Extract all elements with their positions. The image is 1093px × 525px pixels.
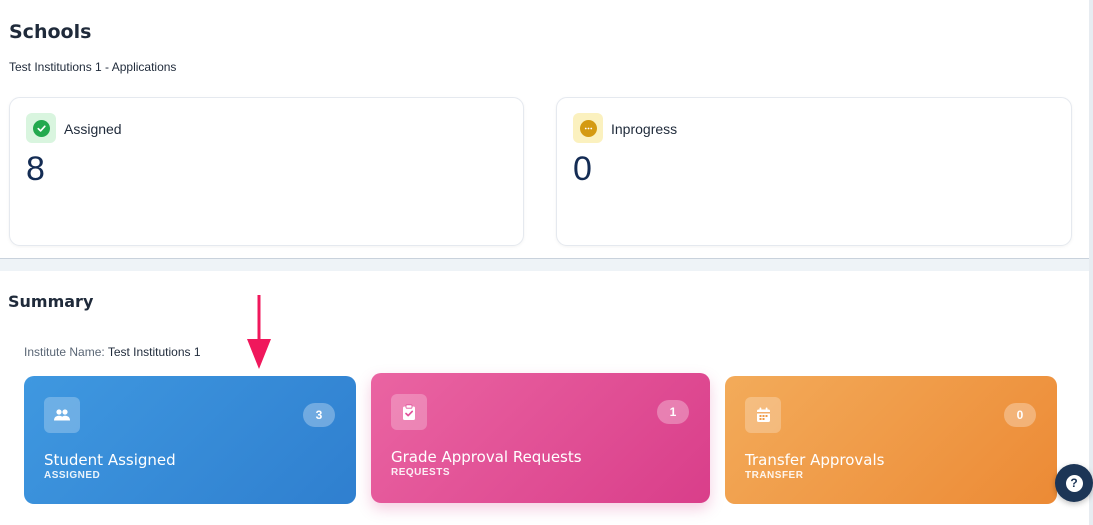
clipboard-check-icon: [391, 394, 427, 430]
page-edge: [1089, 0, 1093, 525]
institute-name-line: Institute Name: Test Institutions 1: [24, 345, 201, 359]
check-circle-icon: [26, 113, 56, 143]
annotation-arrow-icon: [247, 295, 271, 369]
student-assigned-subtitle: ASSIGNED: [44, 470, 101, 481]
help-button[interactable]: ?: [1055, 464, 1093, 502]
transfer-approvals-count-badge: 0: [1004, 403, 1036, 427]
institute-name-label: Institute Name:: [24, 345, 105, 359]
grade-approval-requests-card[interactable]: 1 Grade Approval Requests REQUESTS: [371, 373, 710, 503]
summary-panel: Summary Institute Name: Test Institution…: [0, 271, 1089, 525]
assigned-stat-card[interactable]: Assigned 8: [9, 97, 524, 246]
institute-name-value: Test Institutions 1: [107, 345, 201, 359]
schools-subtitle: Test Institutions 1 - Applications: [9, 60, 177, 74]
transfer-approvals-title: Transfer Approvals: [745, 451, 885, 469]
page-title: Schools: [9, 21, 92, 43]
student-assigned-card[interactable]: 3 Student Assigned ASSIGNED: [24, 376, 356, 504]
more-horizontal-icon: [573, 113, 603, 143]
grade-approval-subtitle: REQUESTS: [391, 467, 451, 478]
assigned-stat-label: Assigned: [64, 121, 122, 137]
transfer-approvals-card[interactable]: 0 Transfer Approvals TRANSFER: [725, 376, 1057, 504]
calendar-icon: [745, 397, 781, 433]
schools-panel: Schools Test Institutions 1 - Applicatio…: [0, 0, 1089, 259]
inprogress-stat-label: Inprogress: [611, 121, 678, 137]
question-icon: ?: [1065, 474, 1083, 492]
inprogress-stat-card[interactable]: Inprogress 0: [556, 97, 1072, 246]
inprogress-stat-value: 0: [573, 150, 592, 188]
users-icon: [44, 397, 80, 433]
grade-approval-title: Grade Approval Requests: [391, 448, 582, 466]
assigned-stat-value: 8: [26, 150, 45, 188]
grade-approval-count-badge: 1: [657, 400, 689, 424]
student-assigned-count-badge: 3: [303, 403, 335, 427]
transfer-approvals-subtitle: TRANSFER: [745, 470, 804, 481]
summary-title: Summary: [8, 292, 94, 311]
student-assigned-title: Student Assigned: [44, 451, 176, 469]
